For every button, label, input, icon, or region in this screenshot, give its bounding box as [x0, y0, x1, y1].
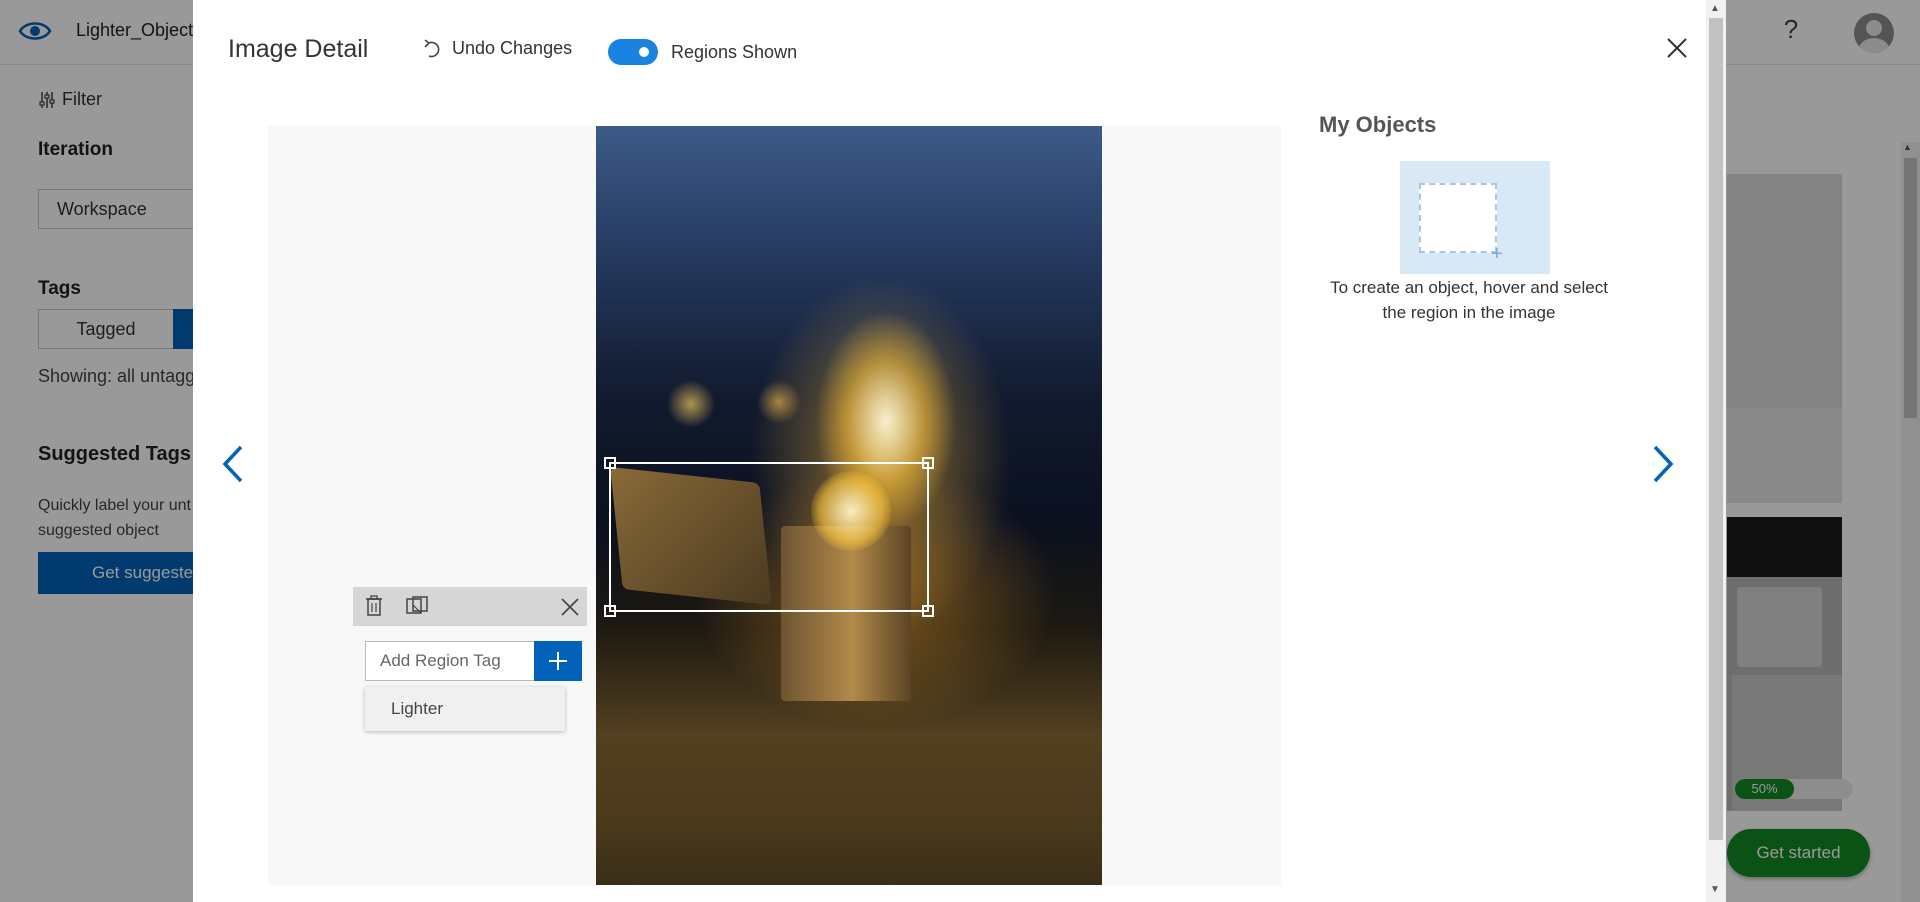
image-detail-modal: Image Detail Undo Changes Regions Shown [193, 0, 1726, 902]
region-tag-input[interactable] [365, 641, 535, 681]
plus-icon [549, 652, 567, 670]
region-toolbar [353, 587, 587, 626]
region-bounding-box[interactable] [604, 457, 934, 617]
modal-title: Image Detail [228, 35, 369, 63]
empty-objects-illustration: + [1400, 161, 1550, 274]
my-objects-title: My Objects [1319, 112, 1437, 137]
undo-changes-button[interactable]: Undo Changes [424, 38, 572, 59]
trash-icon[interactable] [364, 595, 384, 617]
my-objects-help-text: To create an object, hover and select th… [1330, 278, 1608, 322]
crop-icon[interactable] [405, 595, 429, 617]
resize-handle[interactable] [922, 457, 934, 469]
chevron-right-icon[interactable] [1647, 443, 1677, 485]
resize-handle[interactable] [922, 605, 934, 617]
image-canvas[interactable]: Lighter [268, 126, 1281, 885]
close-icon[interactable] [559, 596, 581, 618]
regions-toggle[interactable] [608, 39, 658, 65]
scroll-down-icon[interactable]: ▼ [1710, 884, 1720, 895]
undo-changes-label: Undo Changes [452, 38, 573, 58]
scroll-up-icon[interactable]: ▲ [1710, 3, 1720, 14]
modal-scrollbar-thumb[interactable] [1709, 18, 1723, 840]
undo-icon [424, 38, 440, 57]
plus-icon: + [1491, 243, 1503, 265]
close-icon[interactable] [1662, 33, 1692, 63]
add-region-tag-button[interactable] [534, 641, 582, 681]
chevron-left-icon[interactable] [219, 443, 249, 485]
regions-toggle-label: Regions Shown [671, 42, 798, 62]
resize-handle[interactable] [604, 457, 616, 469]
resize-handle[interactable] [604, 605, 616, 617]
tag-suggestion-item[interactable]: Lighter [365, 687, 565, 731]
